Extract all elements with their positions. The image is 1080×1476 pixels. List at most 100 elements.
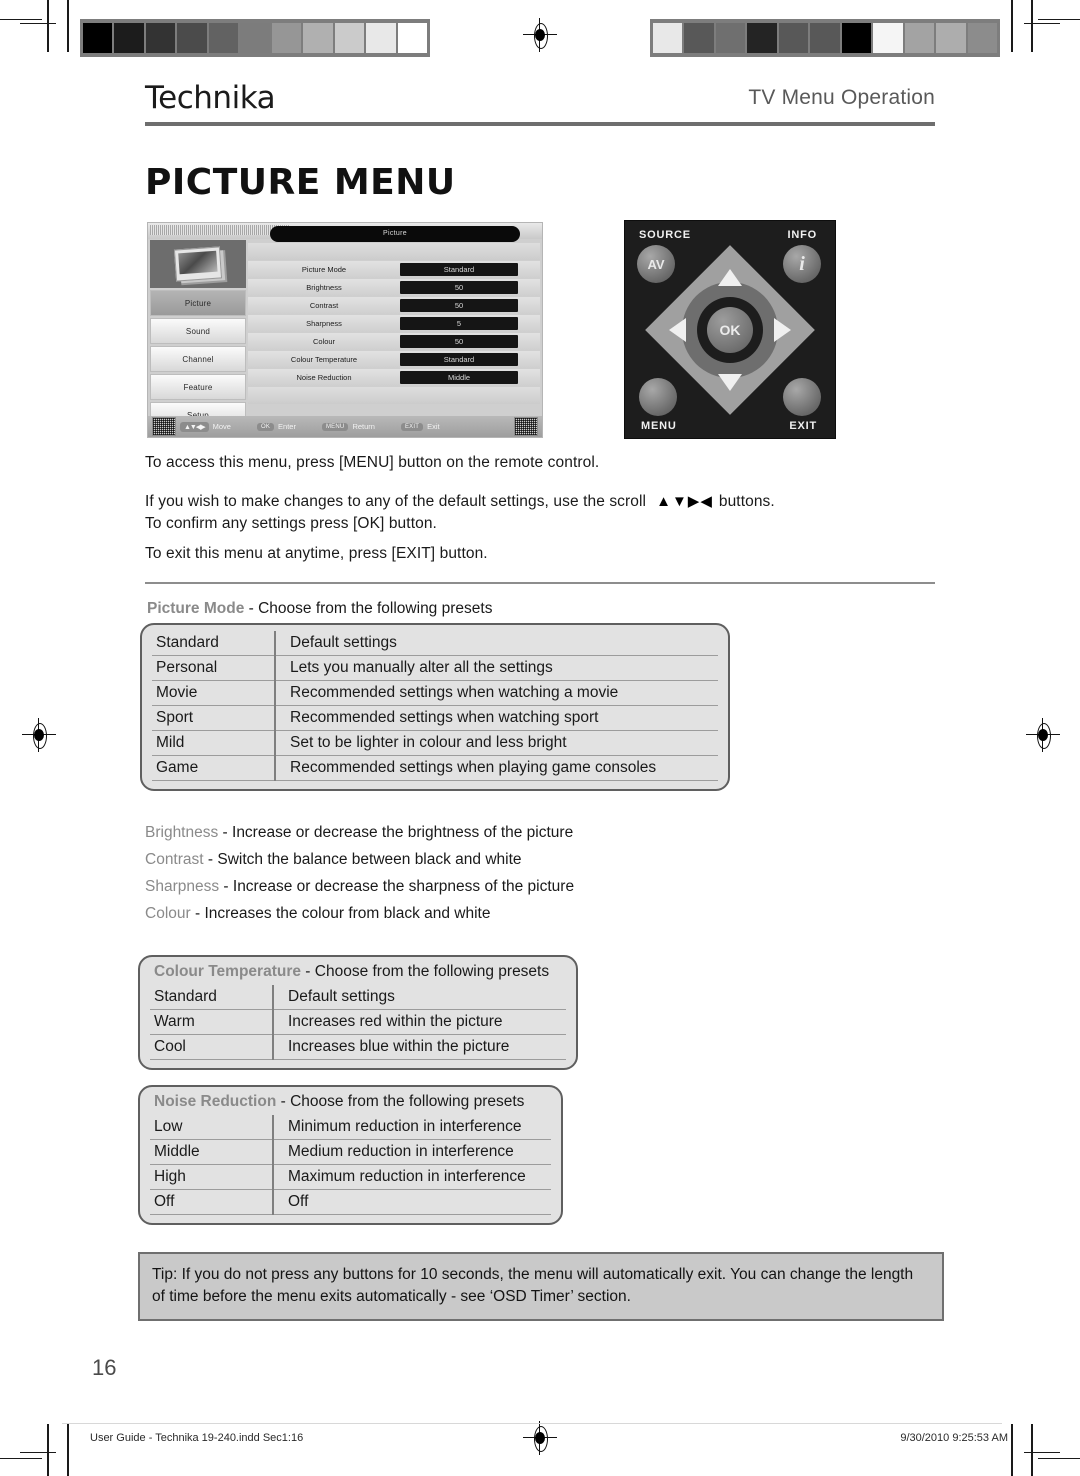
remote-label-menu: MENU (641, 420, 677, 432)
tip-box: Tip: If you do not press any buttons for… (138, 1252, 944, 1321)
header-section-title: TV Menu Operation (748, 86, 935, 109)
calibration-swatch (114, 23, 144, 53)
osd-row-colour-temperature[interactable]: Colour Temperature Standard (248, 351, 540, 368)
calibration-swatch (334, 23, 365, 53)
calibration-swatch (208, 23, 239, 53)
osd-hint-label: Return (352, 422, 375, 431)
calibration-swatch (271, 23, 302, 53)
registration-target-left (22, 718, 56, 752)
arrow-left-icon[interactable] (669, 317, 686, 342)
bleed-line-left (67, 0, 69, 52)
osd-row-value: 50 (400, 281, 518, 294)
page-title: PICTURE MENU (145, 162, 456, 204)
calibration-swatch (366, 23, 396, 53)
osd-sidebar-item-sound[interactable]: Sound (150, 318, 246, 344)
setting-description-sharpness: Sharpness - Increase or decrease the sha… (145, 878, 574, 896)
table-row: Mild Set to be lighter in colour and les… (152, 730, 718, 756)
preset-name: Mild (152, 730, 276, 756)
crop-mark-top-left-inner (20, 23, 56, 24)
calibration-swatch (715, 23, 746, 53)
preset-desc: Lets you manually alter all the settings (275, 655, 718, 681)
calibration-swatch (177, 23, 207, 53)
osd-row-contrast[interactable]: Contrast 50 (248, 297, 540, 314)
setting-desc: - Increase or decrease the brightness of… (218, 824, 574, 841)
preset-desc: Set to be lighter in colour and less bri… (275, 730, 718, 756)
calibration-swatch (240, 23, 270, 53)
ok-key-icon: OK (256, 422, 275, 431)
setting-desc: - Switch the balance between black and w… (203, 851, 522, 868)
table-row: Cool Increases blue within the picture (150, 1034, 566, 1060)
osd-row-brightness[interactable]: Brightness 50 (248, 279, 540, 296)
preset-name: Game (152, 755, 276, 781)
arrow-right-icon[interactable] (774, 317, 791, 342)
header-divider (145, 122, 935, 126)
instruction-change-settings: If you wish to make changes to any of th… (145, 491, 945, 536)
preset-desc: Increases red within the picture (273, 1009, 566, 1035)
table-row: Game Recommended settings when playing g… (152, 755, 718, 781)
osd-hint-return: MENU Return (321, 422, 375, 431)
crop-mark-top-left-vertical (47, 0, 49, 52)
osd-row-value: Middle (400, 371, 518, 384)
table-row: Personal Lets you manually alter all the… (152, 655, 718, 681)
osd-dither-box-left (152, 417, 176, 436)
crop-mark-top-right-horizontal (1038, 19, 1080, 20)
remote-control-diagram: SOURCE INFO MENU EXIT AV i OK (624, 220, 836, 439)
crop-mark-top-right-inner (1024, 23, 1060, 24)
osd-row-label: Picture Mode (301, 265, 347, 274)
preset-name: Sport (152, 705, 276, 731)
noise-reduction-term: Noise Reduction (154, 1093, 277, 1110)
preset-desc: Default settings (273, 985, 566, 1010)
table-row: Movie Recommended settings when watching… (152, 680, 718, 706)
osd-row-value: 5 (400, 317, 518, 330)
footer-filename: User Guide - Technika 19-240.indd Sec1:1… (90, 1432, 304, 1444)
bleed-line-right-bottom (1011, 1424, 1013, 1476)
preset-desc: Off (273, 1189, 551, 1215)
osd-sidebar-label: Picture (184, 298, 212, 308)
preset-desc: Default settings (275, 631, 718, 656)
osd-row-label: Sharpness (306, 319, 342, 328)
registration-target-right (1026, 718, 1060, 752)
osd-row-value: 50 (400, 299, 518, 312)
calibration-swatch (778, 23, 809, 53)
osd-sidebar-label: Channel (182, 354, 214, 364)
table-row: High Maximum reduction in interference (150, 1164, 551, 1190)
osd-dither-decoration (150, 225, 290, 235)
setting-description-contrast: Contrast - Switch the balance between bl… (145, 851, 522, 869)
osd-sidebar: Picture Sound Channel Feature Setup (150, 240, 246, 428)
osd-row-picture-mode[interactable]: Picture Mode Standard (248, 261, 540, 278)
osd-row-noise-reduction[interactable]: Noise Reduction Middle (248, 369, 540, 386)
osd-row-value: 50 (400, 335, 518, 348)
remote-ok-button[interactable]: OK (707, 306, 753, 353)
preset-name: Standard (152, 631, 276, 656)
remote-label-exit: EXIT (789, 420, 817, 432)
preset-desc: Recommended settings when playing game c… (275, 755, 718, 781)
preset-desc: Recommended settings when watching a mov… (275, 680, 718, 706)
osd-sidebar-item-feature[interactable]: Feature (150, 374, 246, 400)
setting-term: Brightness (145, 824, 219, 841)
crop-mark-bottom-left-horizontal (0, 1458, 42, 1459)
osd-sidebar-item-channel[interactable]: Channel (150, 346, 246, 372)
bleed-line-left-bottom (67, 1424, 69, 1476)
page-number: 16 (92, 1355, 117, 1380)
osd-row-colour[interactable]: Colour 50 (248, 333, 540, 350)
osd-row-spacer-bottom (248, 387, 540, 404)
osd-dither-box-right (514, 417, 538, 436)
crop-mark-bottom-right-vertical (1031, 1424, 1033, 1476)
arrow-down-icon[interactable] (718, 373, 742, 391)
osd-row-label: Contrast (309, 301, 339, 310)
table-row: Standard Default settings (150, 985, 566, 1010)
table-row: Low Minimum reduction in interference (150, 1115, 551, 1140)
osd-row-sharpness[interactable]: Sharpness 5 (248, 315, 540, 332)
picture-icon (173, 246, 223, 282)
setting-description-colour: Colour - Increases the colour from black… (145, 905, 490, 923)
calibration-swatch (967, 23, 997, 53)
osd-hint-label: Move (212, 422, 231, 431)
preset-name: Warm (150, 1009, 274, 1035)
osd-row-label: Colour Temperature (290, 355, 358, 364)
arrow-up-icon[interactable] (718, 268, 742, 286)
crop-mark-top-left-horizontal (0, 19, 42, 20)
osd-sidebar-item-picture[interactable]: Picture (150, 290, 246, 316)
preset-name: Movie (152, 680, 276, 706)
setting-description-brightness: Brightness - Increase or decrease the br… (145, 824, 573, 842)
crop-mark-bottom-right-horizontal (1038, 1458, 1080, 1459)
